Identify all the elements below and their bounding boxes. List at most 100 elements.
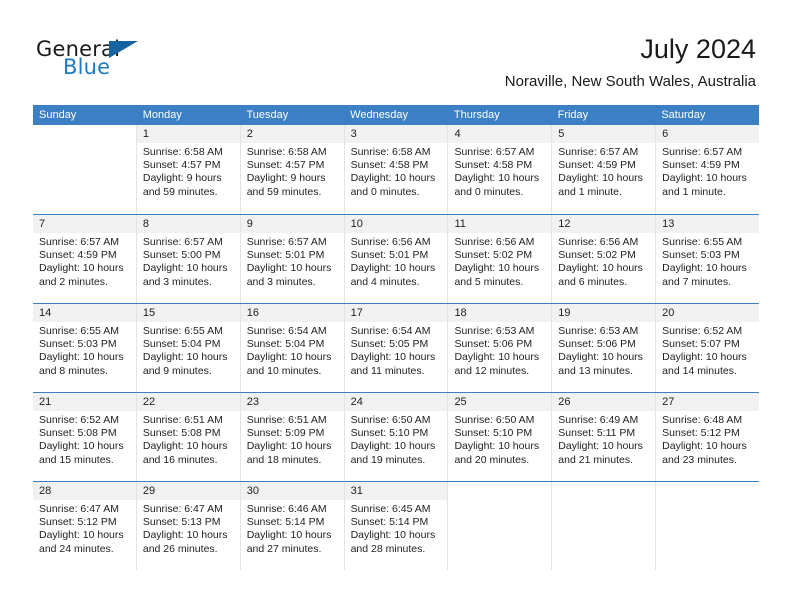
week-row: 14 Sunrise: 6:55 AM Sunset: 5:03 PM Dayligh… xyxy=(33,303,760,392)
daylight-text-line1: Daylight: 10 hours xyxy=(662,440,747,453)
day-number: 24 xyxy=(344,393,448,411)
day-details: Sunrise: 6:55 AM Sunset: 5:04 PM Daylight:… xyxy=(137,322,240,378)
day-cell[interactable]: 24 Sunrise: 6:50 AM Sunset: 5:10 PM Dayligh… xyxy=(344,393,449,481)
day-cell[interactable]: 3 Sunrise: 6:58 AM Sunset: 4:58 PM Daylight… xyxy=(344,125,449,214)
day-cell[interactable]: 4 Sunrise: 6:57 AM Sunset: 4:58 PM Daylight… xyxy=(448,125,553,214)
day-number: 16 xyxy=(240,304,344,322)
sunset-text: Sunset: 5:12 PM xyxy=(39,516,117,529)
daylight-text-line2: and 3 minutes. xyxy=(246,275,316,288)
sunset-text: Sunset: 4:57 PM xyxy=(246,159,325,172)
sunset-text: Sunset: 5:10 PM xyxy=(454,427,533,440)
sunset-text: Sunset: 5:00 PM xyxy=(142,249,221,262)
sunrise-text: Sunrise: 6:57 AM xyxy=(558,146,639,158)
day-cell[interactable]: 28 Sunrise: 6:47 AM Sunset: 5:12 PM Dayligh… xyxy=(33,482,137,570)
sunset-text: Sunset: 5:08 PM xyxy=(39,427,117,440)
day-cell[interactable]: 1 Sunrise: 6:58 AM Sunset: 4:57 PM Daylight… xyxy=(136,125,241,214)
day-cell[interactable]: 10 Sunrise: 6:56 AM Sunset: 5:01 PM Dayligh… xyxy=(344,215,449,303)
day-details: Sunrise: 6:50 AM Sunset: 5:10 PM Daylight:… xyxy=(448,411,551,467)
daylight-text-line1: Daylight: 10 hours xyxy=(39,262,124,275)
day-details: Sunrise: 6:57 AM Sunset: 5:01 PM Daylight:… xyxy=(241,233,344,289)
calendar-page: General Blue July 2024 Noraville, New So… xyxy=(0,0,792,612)
sunrise-text: Sunrise: 6:53 AM xyxy=(558,325,639,337)
sunset-text: Sunset: 5:04 PM xyxy=(246,338,325,351)
sunset-text: Sunset: 4:59 PM xyxy=(662,159,740,172)
day-cell[interactable]: 25 Sunrise: 6:50 AM Sunset: 5:10 PM Dayligh… xyxy=(448,393,553,481)
sunset-text: Sunset: 5:14 PM xyxy=(246,516,325,529)
day-cell[interactable]: 22 Sunrise: 6:51 AM Sunset: 5:08 PM Dayligh… xyxy=(136,393,241,481)
day-number: 31 xyxy=(344,482,448,500)
day-cell[interactable]: 18 Sunrise: 6:53 AM Sunset: 5:06 PM Dayligh… xyxy=(448,304,553,392)
day-cell[interactable]: 15 Sunrise: 6:55 AM Sunset: 5:04 PM Dayligh… xyxy=(136,304,241,392)
week-row: 1 Sunrise: 6:58 AM Sunset: 4:57 PM Daylight… xyxy=(33,125,760,214)
day-cell[interactable]: 31 Sunrise: 6:45 AM Sunset: 5:14 PM Dayligh… xyxy=(344,482,449,570)
day-details: Sunrise: 6:48 AM Sunset: 5:12 PM Daylight:… xyxy=(656,411,759,467)
daylight-text-line2: and 0 minutes. xyxy=(454,185,524,198)
daylight-text-line1: Daylight: 10 hours xyxy=(39,529,124,542)
sunset-text: Sunset: 5:03 PM xyxy=(39,338,117,351)
day-cell[interactable]: 7 Sunrise: 6:57 AM Sunset: 4:59 PM Daylight… xyxy=(33,215,137,303)
day-cell[interactable]: 26 Sunrise: 6:49 AM Sunset: 5:11 PM Dayligh… xyxy=(552,393,657,481)
day-cell[interactable]: 30 Sunrise: 6:46 AM Sunset: 5:14 PM Dayligh… xyxy=(240,482,345,570)
day-number: 11 xyxy=(448,215,552,233)
sunrise-text: Sunrise: 6:47 AM xyxy=(142,503,223,515)
sunrise-text: Sunrise: 6:58 AM xyxy=(246,146,327,158)
daylight-text-line2: and 7 minutes. xyxy=(662,275,732,288)
daylight-text-line1: Daylight: 10 hours xyxy=(350,440,436,453)
day-cell[interactable]: 2 Sunrise: 6:58 AM Sunset: 4:57 PM Daylight… xyxy=(240,125,345,214)
sunset-text: Sunset: 5:11 PM xyxy=(558,427,636,440)
daylight-text-line2: and 59 minutes. xyxy=(142,185,218,198)
title-block: July 2024 Noraville, New South Wales, Au… xyxy=(505,33,756,91)
day-details: Sunrise: 6:57 AM Sunset: 4:59 PM Daylight:… xyxy=(656,143,759,199)
page-subtitle: Noraville, New South Wales, Australia xyxy=(504,73,756,90)
day-number: 1 xyxy=(136,125,240,143)
daylight-text-line2: and 5 minutes. xyxy=(454,275,524,288)
day-cell[interactable]: 19 Sunrise: 6:53 AM Sunset: 5:06 PM Dayligh… xyxy=(552,304,657,392)
day-cell[interactable]: 12 Sunrise: 6:56 AM Sunset: 5:02 PM Dayligh… xyxy=(552,215,657,303)
daylight-text-line2: and 20 minutes. xyxy=(454,453,530,466)
day-cell[interactable]: 5 Sunrise: 6:57 AM Sunset: 4:59 PM Daylight… xyxy=(552,125,657,214)
day-cell[interactable]: 17 Sunrise: 6:54 AM Sunset: 5:05 PM Dayligh… xyxy=(344,304,449,392)
sunset-text: Sunset: 4:58 PM xyxy=(350,159,429,172)
day-cell[interactable]: 20 Sunrise: 6:52 AM Sunset: 5:07 PM Dayligh… xyxy=(656,304,760,392)
daylight-text-line1: Daylight: 10 hours xyxy=(350,172,436,185)
daylight-text-line2: and 1 minute. xyxy=(662,185,726,198)
sunrise-text: Sunrise: 6:46 AM xyxy=(246,503,327,515)
day-cell[interactable]: 14 Sunrise: 6:55 AM Sunset: 5:03 PM Dayligh… xyxy=(33,304,137,392)
day-details: Sunrise: 6:57 AM Sunset: 5:00 PM Daylight:… xyxy=(137,233,240,289)
day-number: 3 xyxy=(344,125,448,143)
sunrise-text: Sunrise: 6:57 AM xyxy=(39,236,119,248)
day-cell[interactable]: 27 Sunrise: 6:48 AM Sunset: 5:12 PM Dayligh… xyxy=(656,393,760,481)
day-number: 4 xyxy=(448,125,552,143)
sunset-text: Sunset: 5:05 PM xyxy=(350,338,429,351)
day-cell[interactable]: 8 Sunrise: 6:57 AM Sunset: 5:00 PM Daylight… xyxy=(136,215,241,303)
day-cell[interactable]: 11 Sunrise: 6:56 AM Sunset: 5:02 PM Dayligh… xyxy=(448,215,553,303)
day-cell[interactable]: 23 Sunrise: 6:51 AM Sunset: 5:09 PM Dayligh… xyxy=(240,393,345,481)
day-cell[interactable]: 16 Sunrise: 6:54 AM Sunset: 5:04 PM Dayligh… xyxy=(240,304,345,392)
day-details: Sunrise: 6:57 AM Sunset: 4:59 PM Daylight:… xyxy=(552,143,655,199)
daylight-text-line1: Daylight: 10 hours xyxy=(662,172,747,185)
daylight-text-line2: and 8 minutes. xyxy=(39,364,108,377)
day-details: Sunrise: 6:56 AM Sunset: 5:01 PM Daylight:… xyxy=(345,233,448,289)
day-details: Sunrise: 6:57 AM Sunset: 4:58 PM Daylight:… xyxy=(448,143,551,199)
sunset-text: Sunset: 5:07 PM xyxy=(662,338,740,351)
sunrise-text: Sunrise: 6:54 AM xyxy=(350,325,431,337)
sunrise-text: Sunrise: 6:49 AM xyxy=(558,414,639,426)
day-number: 12 xyxy=(552,215,656,233)
day-cell[interactable]: 21 Sunrise: 6:52 AM Sunset: 5:08 PM Dayligh… xyxy=(33,393,137,481)
daylight-text-line1: Daylight: 10 hours xyxy=(558,440,643,453)
day-cell[interactable]: 29 Sunrise: 6:47 AM Sunset: 5:13 PM Dayligh… xyxy=(136,482,241,570)
day-details: Sunrise: 6:51 AM Sunset: 5:08 PM Daylight:… xyxy=(137,411,240,467)
day-details: Sunrise: 6:47 AM Sunset: 5:12 PM Daylight:… xyxy=(33,500,136,556)
day-cell[interactable]: 9 Sunrise: 6:57 AM Sunset: 5:01 PM Daylight… xyxy=(240,215,345,303)
day-cell[interactable]: 6 Sunrise: 6:57 AM Sunset: 4:59 PM Daylight… xyxy=(656,125,760,214)
daylight-text-line1: Daylight: 10 hours xyxy=(142,529,228,542)
day-cell[interactable]: 13 Sunrise: 6:55 AM Sunset: 5:03 PM Dayligh… xyxy=(656,215,760,303)
sunset-text: Sunset: 5:02 PM xyxy=(454,249,533,262)
sunrise-text: Sunrise: 6:45 AM xyxy=(350,503,431,515)
sunrise-text: Sunrise: 6:50 AM xyxy=(454,414,535,426)
daylight-text-line2: and 4 minutes. xyxy=(350,275,420,288)
sunrise-text: Sunrise: 6:47 AM xyxy=(39,503,119,515)
daylight-text-line1: Daylight: 10 hours xyxy=(246,529,332,542)
page-header: General Blue July 2024 Noraville, New So… xyxy=(0,0,792,100)
daylight-text-line2: and 3 minutes. xyxy=(142,275,212,288)
